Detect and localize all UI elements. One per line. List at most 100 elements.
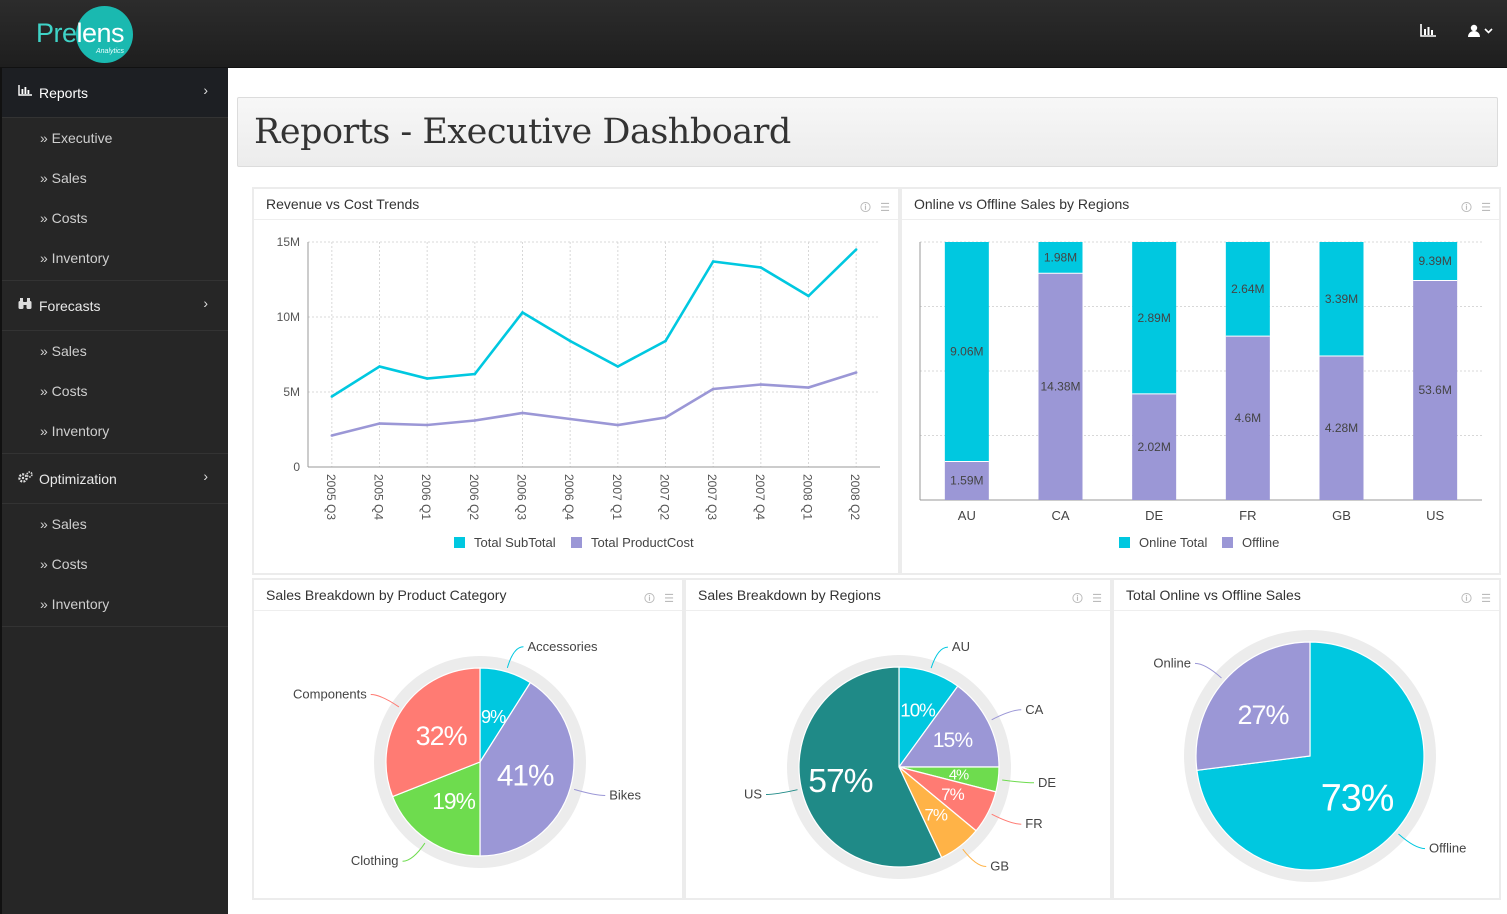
info-icon[interactable]: 🛈	[1461, 199, 1472, 218]
info-icon[interactable]: 🛈	[1461, 590, 1472, 609]
data-point	[378, 422, 381, 425]
pie-category-label: Clothing	[351, 853, 399, 868]
chevron-right-icon: ›	[203, 468, 208, 484]
sidebar-item-label: » Inventory	[40, 423, 110, 439]
x-tick-label: DE	[1145, 508, 1163, 523]
bar-data-label: 4.6M	[1234, 411, 1261, 425]
sidebar-item-costs[interactable]: » Costs	[2, 198, 228, 238]
data-point	[854, 248, 858, 251]
bar-data-label: 2.89M	[1137, 311, 1170, 325]
pie-data-label: 9%	[481, 707, 506, 727]
sidebar-item-label: » Executive	[40, 130, 113, 146]
data-point	[664, 416, 667, 419]
sidebar-item-optimization-costs[interactable]: » Costs	[2, 544, 228, 584]
panel-regions-breakdown: Sales Breakdown by Regions 🛈 ☰ 10% AU 15% CA…	[684, 578, 1112, 900]
logo-subtitle: Analytics	[96, 48, 125, 55]
pie-data-label: 19%	[432, 788, 475, 814]
x-tick-label: 2007 Q2	[658, 474, 672, 520]
data-point	[425, 423, 429, 427]
sidebar-section-reports[interactable]: Reports ›	[2, 68, 228, 118]
sidebar-item-sales[interactable]: » Sales	[2, 158, 228, 198]
bar-data-label: 1.59M	[950, 474, 983, 488]
sidebar-section-label: Reports	[39, 85, 89, 101]
user-icon	[1468, 24, 1493, 37]
x-tick-label: GB	[1332, 508, 1351, 523]
data-point	[616, 423, 620, 427]
data-point	[568, 339, 572, 343]
sidebar-item-forecast-inventory[interactable]: » Inventory	[2, 411, 228, 451]
pie-data-label: 73%	[1321, 778, 1394, 820]
x-tick-label: 2008 Q1	[801, 474, 815, 520]
user-menu-button[interactable]	[1468, 24, 1494, 41]
pie-category-label: Online	[1153, 655, 1191, 670]
sidebar-item-optimization-sales[interactable]: » Sales	[2, 504, 228, 544]
info-icon[interactable]: 🛈	[860, 199, 871, 218]
sidebar-item-forecast-sales[interactable]: » Sales	[2, 331, 228, 371]
bar-data-label: 3.39M	[1325, 292, 1358, 306]
pie-category-label: Bikes	[609, 787, 641, 802]
sidebar-section-label: Forecasts	[39, 298, 101, 314]
data-point	[759, 383, 763, 386]
bar-data-label: 2.02M	[1137, 440, 1170, 454]
pie-data-label: 7%	[924, 805, 947, 824]
menu-icon[interactable]: ☰	[880, 201, 890, 214]
online-offline-pie-chart: 73% Offline 27% Online	[1153, 630, 1466, 882]
sidebar-section-forecasts[interactable]: Forecasts ›	[2, 281, 228, 331]
sidebar-item-executive[interactable]: » Executive	[2, 118, 228, 158]
sidebar-item-label: » Inventory	[40, 250, 110, 266]
x-tick-label: 2006 Q4	[562, 474, 576, 520]
chevron-right-icon: ›	[203, 82, 208, 98]
menu-icon[interactable]: ☰	[1481, 201, 1491, 214]
bar-data-label: 1.98M	[1044, 251, 1077, 265]
top-navbar: Prelens Analytics	[0, 0, 1507, 68]
bar-data-label: 4.28M	[1325, 421, 1358, 435]
data-point	[711, 387, 715, 391]
series-line	[331, 371, 857, 437]
data-point	[521, 311, 524, 314]
data-point	[330, 434, 334, 437]
sidebar-item-forecast-costs[interactable]: » Costs	[2, 371, 228, 411]
y-tick-label: 10M	[277, 310, 300, 324]
bar-chart-icon[interactable]	[1420, 24, 1436, 40]
panel-title: Revenue vs Cost Trends	[266, 196, 420, 212]
pie-data-label: 27%	[1238, 700, 1289, 730]
sidebar-item-label: » Inventory	[40, 596, 110, 612]
legend-swatch	[1119, 537, 1130, 548]
sidebar-section-optimization[interactable]: Optimization ›	[2, 454, 228, 504]
legend-label: Offline	[1242, 535, 1279, 550]
bar-data-label: 9.39M	[1418, 254, 1451, 268]
panel-tools: 🛈 ☰	[1452, 199, 1491, 218]
logo-text: Prelens	[36, 18, 125, 49]
data-point	[807, 386, 810, 389]
sidebar-item-label: » Costs	[40, 210, 88, 226]
sidebar-item-label: » Costs	[40, 556, 88, 572]
brand-logo[interactable]: Prelens Analytics	[36, 6, 136, 63]
pie-category-label: DE	[1038, 775, 1056, 790]
menu-icon[interactable]: ☰	[1481, 592, 1491, 605]
stacked-bar-chart: 9.06M 1.59M AU 1.98M 14.38M CA 2.89M 2.02M DE 2.6…	[919, 241, 1482, 550]
pie-data-label: 15%	[933, 729, 974, 752]
pie-data-label: 57%	[808, 763, 872, 800]
info-icon[interactable]: 🛈	[644, 590, 655, 609]
menu-icon[interactable]: ☰	[664, 592, 674, 605]
legend-label: Total SubTotal	[474, 535, 556, 550]
pie-category-label: Components	[293, 687, 367, 702]
sidebar-item-inventory[interactable]: » Inventory	[2, 238, 228, 278]
pie-category-label: FR	[1025, 816, 1042, 831]
panel-online-offline-regions: Online vs Offline Sales by Regions 🛈 ☰ 9.…	[900, 187, 1501, 575]
pie-data-label: 10%	[900, 699, 935, 720]
panel-title: Sales Breakdown by Regions	[698, 587, 881, 603]
page-header: Reports - Executive Dashboard	[237, 97, 1498, 167]
panel-tools: 🛈 ☰	[635, 590, 674, 609]
data-point	[711, 260, 715, 263]
info-icon[interactable]: 🛈	[1072, 590, 1083, 609]
data-point	[378, 365, 381, 368]
panel-category-breakdown: Sales Breakdown by Product Category 🛈 ☰ 9…	[252, 578, 684, 900]
legend-swatch	[571, 537, 582, 548]
sidebar-item-label: » Sales	[40, 343, 87, 359]
data-point	[473, 419, 477, 422]
menu-icon[interactable]: ☰	[1092, 592, 1102, 605]
sidebar-item-optimization-inventory[interactable]: » Inventory	[2, 584, 228, 624]
chevron-right-icon: ›	[203, 295, 208, 311]
data-point	[330, 395, 334, 398]
